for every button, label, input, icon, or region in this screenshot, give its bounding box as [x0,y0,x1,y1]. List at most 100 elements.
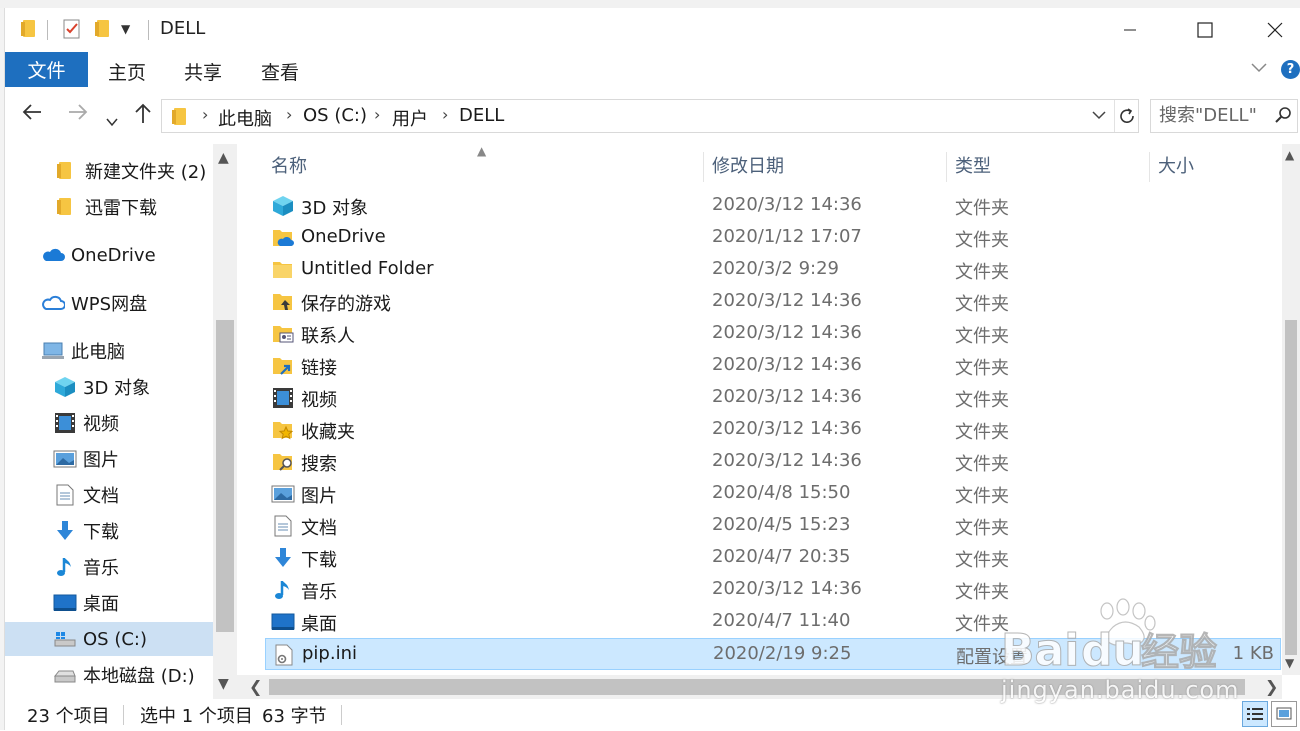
nav-item-new-folder-2[interactable]: 新建文件夹 (2) [5,154,213,188]
nav-item-this-pc[interactable]: 此电脑 [5,334,213,368]
file-date: 2020/3/12 14:36 [712,386,862,407]
window-title: DELL [160,18,206,39]
file-date: 2020/3/12 14:36 [712,354,862,375]
breadcrumb-separator-icon[interactable]: › [286,105,292,124]
file-row[interactable]: 链接 2020/3/12 14:36 文件夹 [265,350,1281,382]
new-folder-icon[interactable] [93,18,115,40]
nav-item-local-disk-d[interactable]: 本地磁盘 (D:) [5,658,213,692]
file-row[interactable]: 桌面 2020/4/7 11:40 文件夹 [265,606,1281,638]
scrollbar-thumb[interactable] [216,320,234,632]
file-row[interactable]: 保存的游戏 2020/3/12 14:36 文件夹 [265,286,1281,318]
back-button[interactable] [21,102,43,128]
file-row[interactable]: Untitled Folder 2020/3/2 9:29 文件夹 [265,254,1281,286]
scroll-down-icon[interactable]: ▼ [218,676,229,692]
breadcrumb-separator-icon[interactable]: › [374,105,380,124]
file-row[interactable]: 搜索 2020/3/12 14:36 文件夹 [265,446,1281,478]
customize-toolbar-icon[interactable]: ▼ [121,22,143,44]
breadcrumb-separator-icon[interactable]: › [202,105,208,124]
address-history-chevron-icon[interactable] [1092,106,1106,125]
expand-ribbon-chevron-icon[interactable] [1250,58,1268,77]
drive-icon [53,664,77,686]
column-header-date[interactable]: 修改日期 [704,152,947,182]
file-date: 2020/3/2 9:29 [712,258,839,279]
file-row[interactable]: 联系人 2020/3/12 14:36 文件夹 [265,318,1281,350]
file-name: 桌面 [301,614,337,635]
scrollbar-thumb[interactable] [269,679,1245,695]
nav-item-label: 音乐 [83,558,119,579]
scroll-up-icon[interactable]: ▲ [1285,148,1294,162]
file-row[interactable]: 收藏夹 2020/3/12 14:36 文件夹 [265,414,1281,446]
nav-item-pictures[interactable]: 图片 [5,442,213,476]
file-row[interactable]: 视频 2020/3/12 14:36 文件夹 [265,382,1281,414]
search-input[interactable] [1159,105,1269,126]
nav-item-videos[interactable]: 视频 [5,406,213,440]
scroll-up-icon[interactable]: ▲ [218,150,229,166]
tab-share[interactable]: 共享 [184,58,222,85]
recent-locations-chevron-icon[interactable] [106,108,118,133]
nav-item-documents[interactable]: 文档 [5,478,213,512]
help-icon[interactable]: ? [1281,60,1300,79]
address-bar[interactable]: › 此电脑 › OS (C:) › 用户 › DELL [161,99,1139,133]
background-bookmark-bar [0,0,1300,8]
video-icon [53,412,77,434]
maximize-button[interactable] [1170,8,1240,52]
column-header-type[interactable]: 类型 [947,152,1150,182]
ribbon-tabs: 文件 主页 共享 查看 ? [5,52,1300,88]
column-header-size[interactable]: 大小 [1150,152,1282,182]
file-row[interactable]: 音乐 2020/3/12 14:36 文件夹 [265,574,1281,606]
nav-item-xunlei-downloads[interactable]: 迅雷下载 [5,190,213,224]
nav-item-downloads[interactable]: 下载 [5,514,213,548]
refresh-button[interactable] [1114,100,1138,132]
nav-item-onedrive[interactable]: OneDrive [5,238,213,272]
nav-item-label: OS (C:) [83,628,147,650]
file-row[interactable]: 3D 对象 2020/3/12 14:36 文件夹 [265,190,1281,222]
document-icon [53,484,77,506]
tab-home[interactable]: 主页 [108,58,146,85]
breadcrumb-dell[interactable]: DELL [459,105,504,126]
file-type: 文件夹 [955,326,1009,347]
file-type: 文件夹 [955,262,1009,283]
folder-icon [271,259,295,281]
nav-item-3d-objects[interactable]: 3D 对象 [5,370,213,404]
details-view-button[interactable] [1242,701,1268,727]
nav-item-label: 图片 [83,450,119,471]
scroll-left-icon[interactable]: ❮ [249,677,262,696]
tab-file[interactable]: 文件 [5,52,88,87]
nav-item-os-c[interactable]: OS (C:) [5,622,213,656]
file-row[interactable]: 图片 2020/4/8 15:50 文件夹 [265,478,1281,510]
nav-item-label: 桌面 [83,594,119,615]
breadcrumb-users[interactable]: 用户 [392,105,428,131]
large-icons-view-button[interactable] [1271,701,1297,727]
file-row[interactable]: 文档 2020/4/5 15:23 文件夹 [265,510,1281,542]
file-list-vertical-scrollbar[interactable]: ▲ ▼ [1282,144,1300,675]
selection-size: 63 字节 [262,706,327,727]
file-type: 文件夹 [955,198,1009,219]
column-header-name[interactable]: 名称 [263,152,704,182]
search-icon[interactable] [1274,106,1292,124]
close-button[interactable] [1240,8,1300,52]
nav-item-label: 视频 [83,414,119,435]
minimize-button[interactable] [1095,8,1165,52]
file-row[interactable]: OneDrive 2020/1/12 17:07 文件夹 [265,222,1281,254]
scroll-right-icon[interactable]: ❯ [1265,677,1278,696]
status-divider [341,705,342,725]
nav-item-music[interactable]: 音乐 [5,550,213,584]
breadcrumb-this-pc[interactable]: 此电脑 [218,105,272,131]
scrollbar-thumb[interactable] [1285,320,1297,655]
nav-item-wps-cloud[interactable]: WPS网盘 [5,286,213,320]
nav-item-label: WPS网盘 [71,294,148,315]
tab-view[interactable]: 查看 [261,58,299,85]
breadcrumb-separator-icon[interactable]: › [442,105,448,124]
file-row[interactable]: 下载 2020/4/7 20:35 文件夹 [265,542,1281,574]
breadcrumb-os-c[interactable]: OS (C:) [303,105,367,126]
up-button[interactable] [133,102,153,130]
properties-icon[interactable] [61,18,83,40]
favorites-icon [271,419,295,441]
file-list-horizontal-scrollbar[interactable]: ❮ ❯ [237,675,1282,699]
file-date: 2020/3/12 14:36 [712,418,862,439]
nav-item-desktop[interactable]: 桌面 [5,586,213,620]
nav-pane-scrollbar[interactable]: ▲ ▼ [213,144,237,699]
scroll-down-icon[interactable]: ▼ [1285,656,1294,670]
file-row[interactable]: pip.ini 2020/2/19 9:25 配置设置 1 KB [265,638,1281,670]
forward-button[interactable] [67,102,89,128]
